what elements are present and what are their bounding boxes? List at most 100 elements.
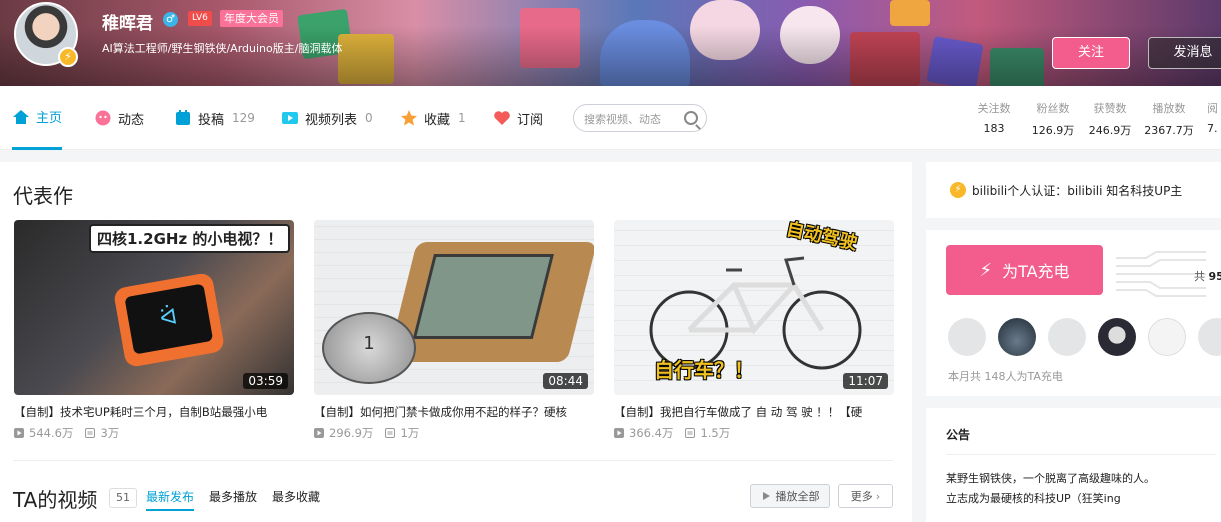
verified-bolt-icon: ⚡: [58, 47, 78, 67]
user-sign: AI算法工程师/野生钢铁侠/Arduino版主/脑洞载体: [102, 42, 343, 55]
tab-playlist[interactable]: 视频列表 0: [281, 86, 373, 150]
video-thumbnail[interactable]: ᐛ 四核1.2GHz 的小电视？！ 03:59: [14, 220, 294, 395]
stat-reads-value: 7.: [1207, 122, 1218, 135]
video-play-count: 544.6万: [29, 426, 74, 440]
fan-avatar[interactable]: [998, 318, 1036, 356]
more-button[interactable]: 更多 ›: [838, 484, 893, 508]
stat-reads: 阅 7.: [1207, 100, 1221, 135]
vip-badge[interactable]: 年度大会员: [220, 10, 283, 27]
user-name: 稚晖君: [102, 14, 153, 34]
play-count-icon: [14, 428, 24, 438]
stat-fans-label: 粉丝数: [1036, 102, 1070, 115]
video-title[interactable]: 【自制】技术宅UP耗时三个月，自制B站最强小电: [14, 404, 294, 420]
video-danmaku-count: 3万: [100, 426, 120, 440]
video-duration: 03:59: [243, 373, 288, 389]
stat-following-label: 关注数: [977, 102, 1011, 115]
charge-total-value: 95: [1208, 270, 1221, 283]
tab-most-favorited[interactable]: 最多收藏: [272, 488, 320, 505]
heart-icon: [494, 111, 510, 125]
video-meta: 366.4万 1.5万: [614, 425, 894, 441]
fan-avatar[interactable]: [948, 318, 986, 356]
video-title[interactable]: 【自制】如何把门禁卡做成你用不起的样子？硬核: [314, 404, 594, 420]
tab-favorites[interactable]: 收藏 1: [400, 86, 466, 150]
video-danmaku-count: 1万: [400, 426, 420, 440]
video-card[interactable]: 1 08:44 【自制】如何把门禁卡做成你用不起的样子？硬核 296.9万 1万: [314, 220, 594, 441]
video-card[interactable]: ᐛ 四核1.2GHz 的小电视？！ 03:59 【自制】技术宅UP耗时三个月，自…: [14, 220, 294, 441]
stat-following[interactable]: 关注数 183: [974, 100, 1014, 135]
notice-line: 立志成为最硬核的科技UP（狂笑ing: [946, 492, 1121, 505]
notice-line: 某野生钢铁侠，一个脱离了高级趣味的人。: [946, 472, 1155, 485]
tab-subscribe-label: 订阅: [517, 112, 544, 128]
tab-favorites-label: 收藏: [424, 112, 451, 128]
tab-upload[interactable]: 投稿 129: [174, 86, 255, 150]
stat-following-value: 183: [983, 122, 1005, 135]
thumbnail-caption-2: 自行车？！: [654, 358, 754, 382]
certification-text: bilibili个人认证：bilibili 知名科技UP主: [972, 184, 1183, 198]
notice-title: 公告: [946, 428, 971, 442]
fan-avatar[interactable]: [1098, 318, 1136, 356]
home-icon: [13, 109, 29, 124]
charge-button[interactable]: ⚡ 为TA充电: [946, 245, 1103, 295]
follow-button[interactable]: 关注: [1052, 37, 1130, 69]
search-icon[interactable]: [684, 111, 698, 125]
space-navbar: 主页 动态 投稿 129 视频列表 0 收藏 1 订阅 关注数 183 粉丝数 …: [0, 86, 1221, 150]
play-all-button[interactable]: 播放全部: [750, 484, 830, 508]
dynamic-icon: [95, 110, 111, 126]
fan-avatar[interactable]: [1048, 318, 1086, 356]
video-title[interactable]: 【自制】我把自行车做成了 自 动 驾 驶 ！！【硬: [614, 404, 894, 420]
video-meta: 544.6万 3万: [14, 425, 294, 441]
charge-note: 本月共 148人为TA充电: [948, 370, 1063, 383]
video-play-count: 366.4万: [629, 426, 674, 440]
stat-fans-value: 126.9万: [1031, 124, 1075, 137]
video-play-count: 296.9万: [329, 426, 374, 440]
tab-upload-label: 投稿: [198, 112, 225, 128]
tab-dynamic-label: 动态: [118, 112, 145, 128]
play-icon: [762, 492, 770, 500]
tv-device-image: ᐛ: [112, 271, 226, 369]
stat-plays-value: 2367.7万: [1144, 124, 1194, 137]
video-card[interactable]: 自动驾驶 自行车？！ 11:07 【自制】我把自行车做成了 自 动 驾 驶 ！！…: [614, 220, 894, 441]
search-input[interactable]: [584, 110, 680, 128]
danmaku-icon: [685, 428, 696, 438]
star-icon: [401, 110, 417, 126]
tab-favorites-count: 1: [458, 111, 466, 125]
fan-avatar[interactable]: [1198, 318, 1221, 356]
featured-title: 代表作: [13, 184, 73, 208]
tab-home-label: 主页: [36, 111, 63, 126]
video-duration: 08:44: [543, 373, 588, 389]
tab-upload-count: 129: [232, 111, 255, 125]
stat-likes: 获赞数 246.9万: [1087, 100, 1133, 138]
stat-plays: 播放数 2367.7万: [1142, 100, 1196, 138]
tab-latest[interactable]: 最新发布: [146, 488, 195, 511]
certification-bolt-icon: ⚡: [950, 182, 966, 198]
space-search: [573, 104, 707, 132]
tab-most-played[interactable]: 最多播放: [209, 488, 257, 505]
chevron-right-icon: ›: [875, 489, 881, 503]
tab-playlist-label: 视频列表: [305, 112, 358, 128]
tab-dynamic[interactable]: 动态: [94, 86, 144, 150]
message-button[interactable]: 发消息: [1148, 37, 1221, 69]
stat-likes-value: 246.9万: [1088, 124, 1132, 137]
tab-home[interactable]: 主页: [12, 86, 63, 150]
video-thumbnail[interactable]: 自动驾驶 自行车？！ 11:07: [614, 220, 894, 395]
thumbnail-caption: 四核1.2GHz 的小电视？！: [89, 224, 291, 253]
certification-panel: ⚡ bilibili个人认证：bilibili 知名科技UP主: [926, 162, 1221, 218]
video-duration: 11:07: [843, 373, 888, 389]
stat-plays-label: 播放数: [1152, 102, 1186, 115]
danmaku-icon: [385, 428, 396, 438]
section-divider: [13, 460, 893, 461]
upload-icon: [176, 110, 190, 125]
play-all-label: 播放全部: [775, 490, 820, 503]
card-device-image: [387, 242, 594, 362]
stat-fans[interactable]: 粉丝数 126.9万: [1030, 100, 1076, 138]
lightning-icon: ⚡: [979, 259, 993, 281]
coin-image: 1: [322, 312, 416, 384]
fan-avatar[interactable]: [1148, 318, 1186, 356]
video-thumbnail[interactable]: 1 08:44: [314, 220, 594, 395]
tab-subscribe[interactable]: 订阅: [493, 86, 543, 150]
playlist-icon: [282, 112, 298, 124]
danmaku-icon: [85, 428, 96, 438]
charge-decor-lines: [1116, 251, 1206, 297]
videos-section-title: TA的视频: [13, 488, 98, 512]
charge-button-label: 为TA充电: [1002, 262, 1070, 281]
